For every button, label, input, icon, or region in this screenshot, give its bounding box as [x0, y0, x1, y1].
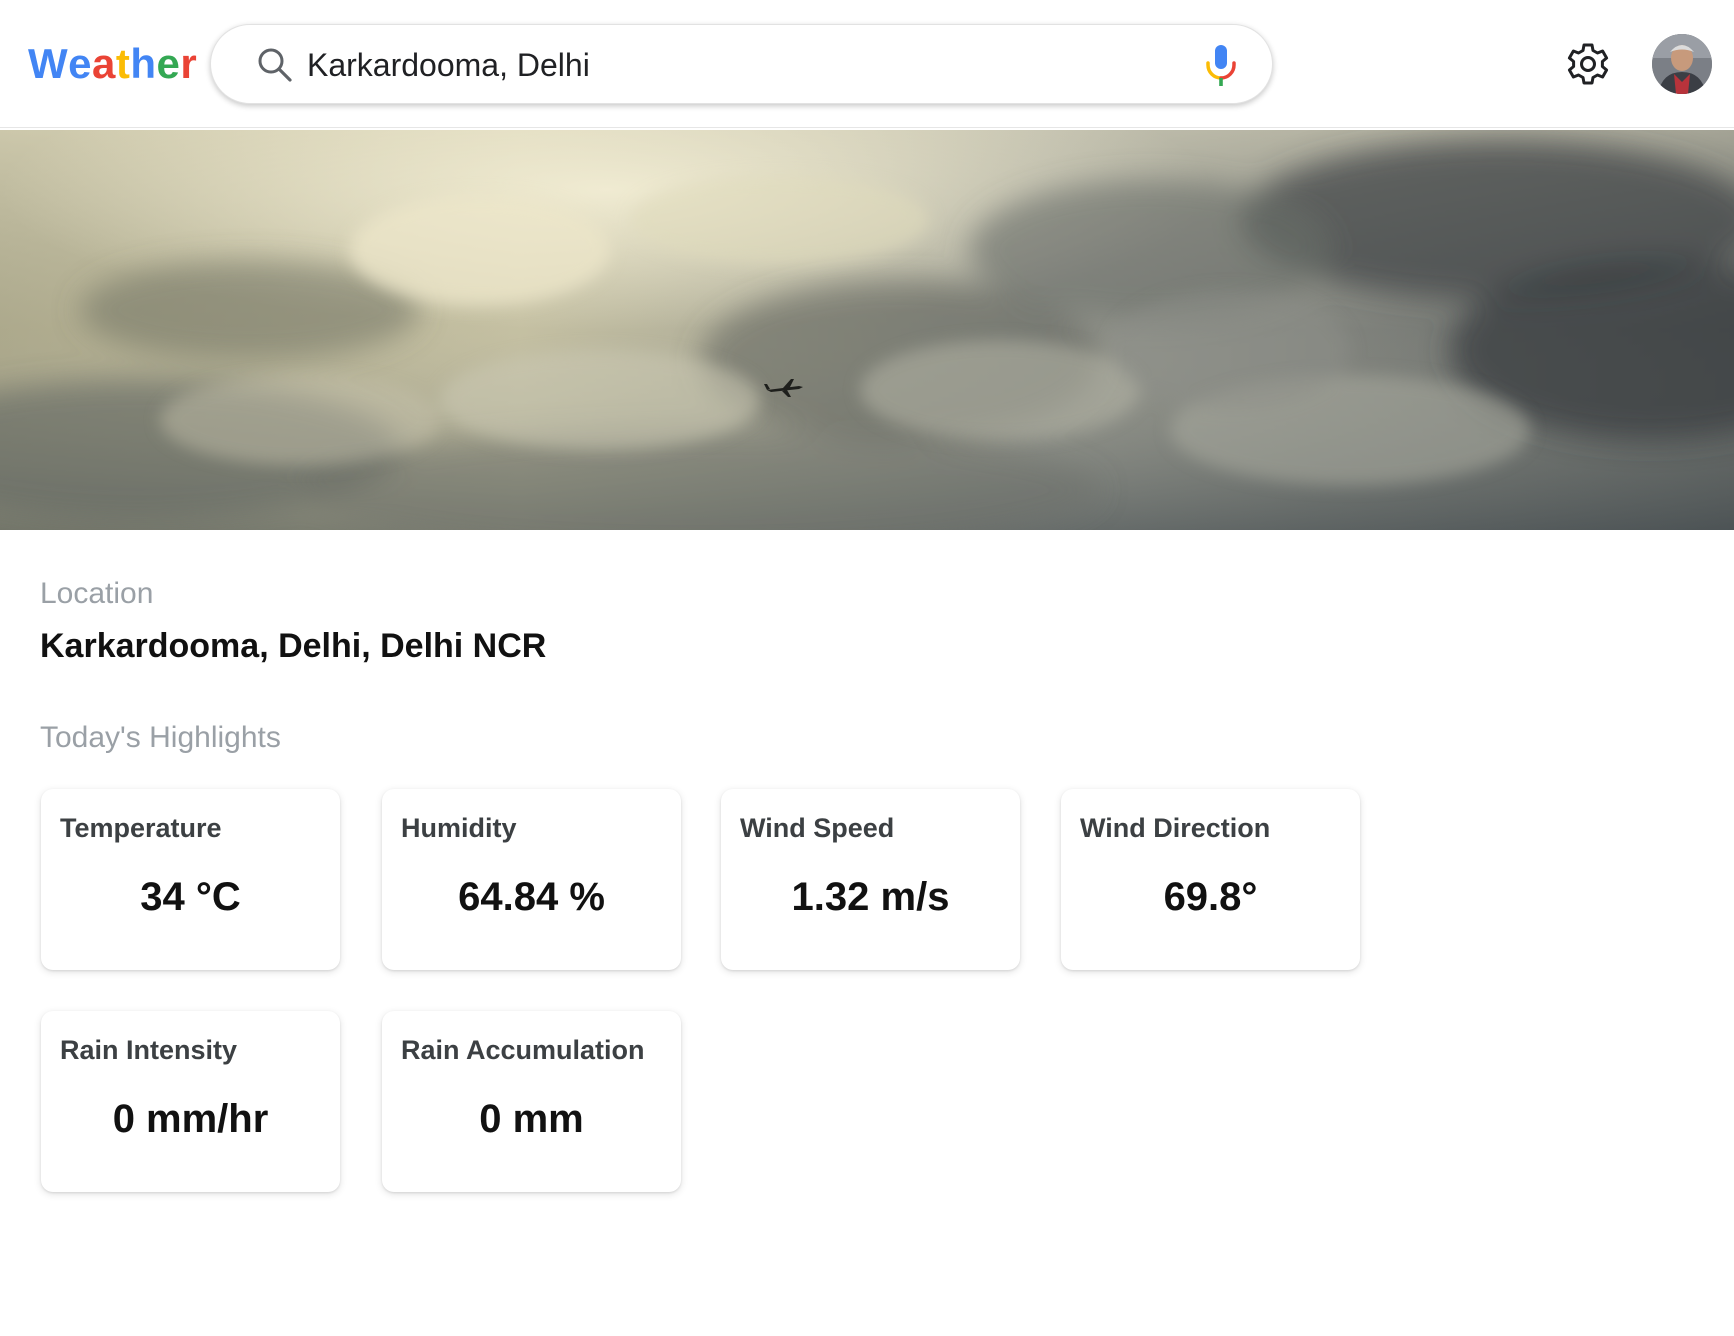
mic-icon[interactable] [1197, 41, 1245, 89]
card-value: 69.8° [1163, 875, 1258, 919]
avatar[interactable] [1652, 34, 1712, 94]
stormy-clouds-image [0, 130, 1734, 530]
logo-letter: h [130, 40, 157, 87]
card-title: Rain Intensity [60, 1035, 238, 1065]
card-value: 0 mm [479, 1097, 584, 1141]
rain-accumulation-card: Rain Accumulation 0 mm [382, 1011, 681, 1192]
location-value: Karkardooma, Delhi, Delhi NCR [40, 627, 547, 665]
logo-letter: W [28, 40, 69, 87]
hero-image [0, 130, 1734, 530]
humidity-card: Humidity 64.84 % [382, 789, 681, 970]
search-bar[interactable] [210, 24, 1273, 104]
app-logo[interactable]: Weather [28, 38, 197, 90]
card-title: Wind Speed [740, 813, 895, 843]
temperature-card: Temperature 34 °C [41, 789, 340, 970]
card-title: Rain Accumulation [401, 1035, 645, 1065]
logo-letter: t [115, 40, 131, 87]
gear-icon[interactable] [1564, 40, 1612, 88]
wind-speed-card: Wind Speed 1.32 m/s [721, 789, 1020, 970]
location-label: Location [40, 577, 154, 610]
highlights-label: Today's Highlights [40, 721, 281, 754]
card-value: 0 mm/hr [112, 1097, 269, 1141]
logo-letter: e [68, 40, 93, 87]
card-value: 34 °C [140, 875, 241, 919]
logo-letter: e [156, 40, 181, 87]
logo-letter: a [92, 40, 116, 87]
card-value: 1.32 m/s [791, 875, 950, 919]
wind-direction-card: Wind Direction 69.8° [1061, 789, 1360, 970]
rain-intensity-card: Rain Intensity 0 mm/hr [41, 1011, 340, 1192]
card-title: Humidity [401, 813, 517, 843]
card-value: 64.84 % [458, 875, 605, 919]
logo-letter: r [180, 40, 198, 87]
app-header: Weather [0, 0, 1734, 128]
card-title: Wind Direction [1080, 813, 1271, 843]
user-photo-icon [1652, 34, 1712, 94]
card-title: Temperature [60, 813, 222, 843]
search-input[interactable] [307, 39, 1187, 91]
search-icon[interactable] [255, 45, 295, 85]
